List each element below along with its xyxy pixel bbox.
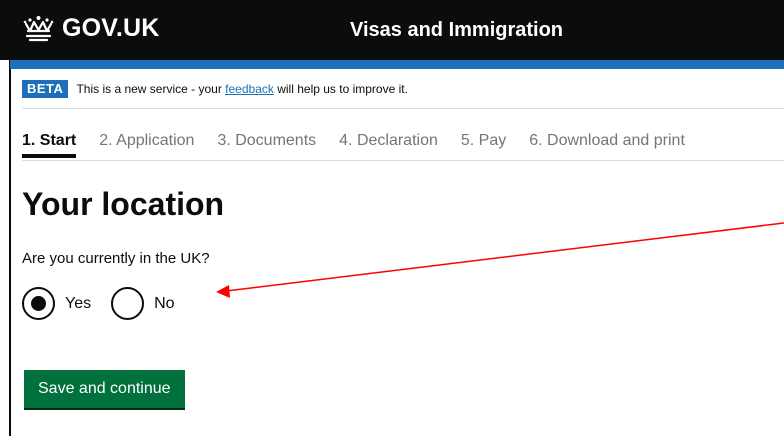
- step-pay: 5. Pay: [460, 132, 507, 149]
- govuk-logo-link[interactable]: GOV.UK: [22, 14, 160, 42]
- left-border-line: [9, 60, 11, 436]
- beta-message-start: This is a new service - your: [76, 82, 222, 96]
- step-declaration: 4. Declaration: [339, 132, 438, 149]
- govuk-logo-text: GOV.UK: [62, 14, 160, 42]
- location-radio-group: Yes No: [22, 287, 175, 320]
- yes-radio-label[interactable]: Yes: [65, 294, 91, 314]
- beta-message: This is a new service - your feedback wi…: [76, 80, 408, 98]
- beta-banner: BETA This is a new service - your feedba…: [22, 80, 408, 98]
- yes-radio-button[interactable]: [22, 287, 55, 320]
- annotation-arrow-line: [225, 222, 784, 292]
- visa-application-page: GOV.UK Visas and Immigration BETA This i…: [0, 0, 784, 436]
- progress-steps: 1. Start 2. Application 3. Documents 4. …: [22, 130, 685, 158]
- crown-icon: [23, 16, 54, 42]
- save-and-continue-button[interactable]: Save and continue: [24, 370, 185, 408]
- page-title: Your location: [22, 186, 225, 222]
- no-radio-option[interactable]: No: [111, 287, 175, 320]
- no-radio-button[interactable]: [111, 287, 145, 320]
- step-download-and-print: 6. Download and print: [529, 132, 685, 149]
- annotation-arrow-head: [216, 285, 230, 298]
- location-question: Are you currently in the UK?: [22, 250, 210, 267]
- step-start: 1. Start: [22, 130, 77, 158]
- feedback-link[interactable]: feedback: [225, 82, 274, 96]
- govuk-header: GOV.UK Visas and Immigration: [0, 0, 784, 60]
- no-radio-label[interactable]: No: [154, 294, 174, 314]
- service-name-link[interactable]: Visas and Immigration: [350, 18, 563, 42]
- step-application: 2. Application: [99, 132, 195, 149]
- header-blue-bar: [10, 60, 784, 69]
- step-documents: 3. Documents: [217, 132, 317, 149]
- yes-radio-option[interactable]: Yes: [22, 287, 91, 320]
- steps-divider: [22, 160, 784, 161]
- beta-tag: BETA: [22, 80, 69, 98]
- beta-divider: [22, 108, 784, 109]
- beta-message-end: will help us to improve it.: [277, 82, 408, 96]
